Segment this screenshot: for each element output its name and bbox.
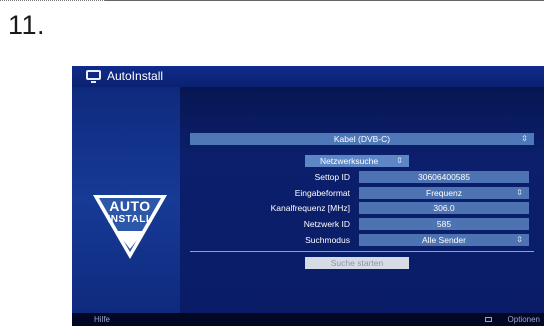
start-search-button[interactable]: Suche starten	[305, 257, 409, 269]
select-arrow-icon: ⇳	[396, 156, 403, 165]
channel-frequency-value: 306.0	[433, 203, 455, 213]
divider	[190, 251, 534, 252]
tv-icon	[86, 70, 101, 83]
settop-id-label: Settop ID	[314, 172, 350, 182]
network-id-label: Netzwerk ID	[303, 219, 350, 229]
help-button[interactable]: Hilfe	[94, 313, 110, 326]
settop-id-value: 30606400585	[417, 172, 470, 182]
top-rule	[105, 0, 544, 1]
input-format-select[interactable]: Frequenz ⇳	[359, 187, 529, 199]
scan-mode-select[interactable]: Netzwerksuche ⇳	[305, 155, 409, 167]
channel-frequency-label: Kanalfrequenz [MHz]	[270, 203, 350, 213]
top-dotted-rule	[0, 0, 105, 1]
search-mode-select[interactable]: Alle Sender ⇳	[359, 234, 529, 246]
window-title: AutoInstall	[107, 69, 164, 83]
settings-area: Kabel (DVB-C) ⇳ Netzwerksuche ⇳ Settop I…	[180, 87, 544, 313]
logo-text-install: INSTALL	[107, 214, 153, 225]
input-format-value: Frequenz	[426, 188, 462, 198]
window-titlebar: AutoInstall	[72, 66, 544, 87]
channel-frequency-field[interactable]: 306.0	[359, 202, 529, 214]
tv-screen: AutoInstall AUTO INSTALL Kabel (DVB-C) ⇳…	[72, 66, 544, 326]
scan-mode-value: Netzwerksuche	[319, 156, 379, 166]
left-panel: AUTO INSTALL	[72, 87, 180, 313]
footer-bar: Hilfe Optionen	[72, 313, 544, 326]
step-number: 11.	[8, 10, 46, 40]
input-format-label: Eingabeformat	[294, 188, 350, 198]
network-id-field[interactable]: 585	[359, 218, 529, 230]
source-select[interactable]: Kabel (DVB-C) ⇳	[190, 133, 534, 145]
source-select-value: Kabel (DVB-C)	[333, 134, 391, 144]
options-key-icon	[485, 317, 492, 322]
network-id-value: 585	[436, 219, 452, 229]
autoinstall-logo: AUTO INSTALL	[92, 193, 168, 261]
search-mode-value: Alle Sender	[422, 235, 466, 245]
select-arrow-icon: ⇳	[516, 235, 523, 244]
select-arrow-icon: ⇳	[516, 188, 523, 197]
settop-id-field[interactable]: 30606400585	[359, 171, 529, 183]
logo-text-auto: AUTO	[109, 198, 151, 214]
options-button[interactable]: Optionen	[508, 313, 540, 326]
search-mode-label: Suchmodus	[305, 235, 350, 245]
select-arrow-icon: ⇳	[521, 134, 528, 143]
